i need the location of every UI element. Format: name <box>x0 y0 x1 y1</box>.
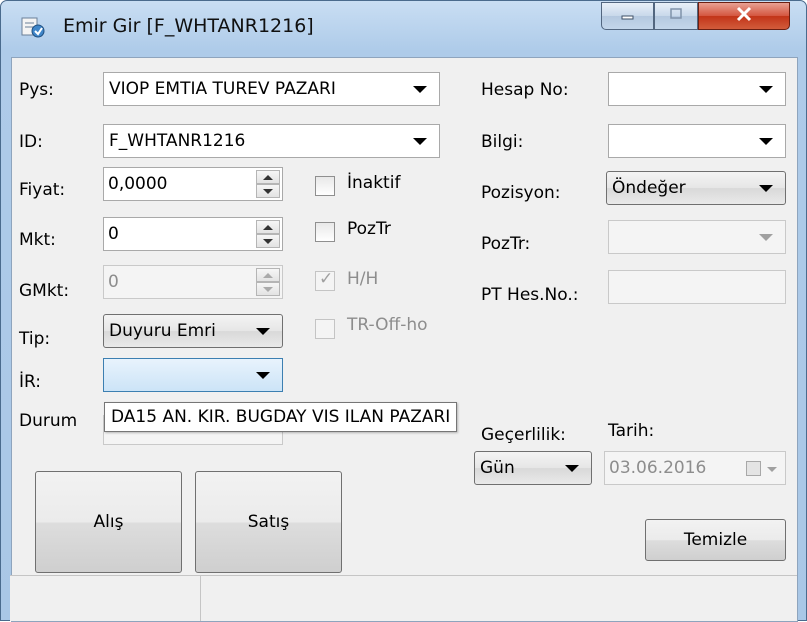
inaktif-checkbox[interactable] <box>315 176 335 196</box>
chevron-down-icon <box>759 234 773 241</box>
temizle-label: Temizle <box>683 530 748 550</box>
title-bar[interactable]: Emir Gir [F_WHTANR1216] <box>1 1 806 57</box>
pt-hes-no-field <box>608 270 786 304</box>
mkt-label: Mkt: <box>19 230 56 250</box>
arrow-down-icon <box>263 238 273 244</box>
mkt-value: 0 <box>108 224 119 244</box>
chevron-down-icon <box>759 86 773 93</box>
chevron-down-icon <box>759 138 773 145</box>
bilgi-select[interactable] <box>608 124 786 158</box>
spin-down-button <box>256 282 280 296</box>
inaktif-label: İnaktif <box>347 173 401 193</box>
tooltip-text: DA15 AN. KIR. BUGDAY VIS ILAN PAZARI <box>111 407 451 427</box>
arrow-down-icon <box>263 286 273 292</box>
id-value: F_WHTANR1216 <box>109 131 246 151</box>
close-icon <box>734 5 754 28</box>
chevron-down-icon <box>565 465 579 472</box>
maximize-button[interactable] <box>654 2 698 30</box>
tip-value: Duyuru Emri <box>109 321 216 341</box>
fiyat-label: Fiyat: <box>19 180 66 200</box>
tip-label: Tip: <box>19 329 51 349</box>
hh-checkbox: ✓ <box>315 269 335 291</box>
status-pane <box>10 576 201 621</box>
gmkt-label: GMkt: <box>19 281 70 301</box>
market-tooltip: DA15 AN. KIR. BUGDAY VIS ILAN PAZARI <box>104 402 458 432</box>
arrow-up-icon <box>263 224 273 230</box>
hh-label: H/H <box>347 269 379 289</box>
poztr-field-label: PozTr: <box>481 234 531 254</box>
order-entry-app-icon <box>21 16 45 38</box>
caption-buttons <box>601 2 796 30</box>
fiyat-stepper[interactable]: 0,0000 <box>103 167 283 201</box>
pys-label: Pys: <box>19 80 54 100</box>
minimize-icon <box>620 6 636 26</box>
tarih-date-picker: 03.06.2016 <box>604 451 786 485</box>
checkmark-icon: ✓ <box>319 269 334 289</box>
hesap-no-label: Hesap No: <box>481 80 569 100</box>
poztr-label: PozTr <box>347 219 391 239</box>
arrow-down-icon <box>263 188 273 194</box>
chevron-down-icon <box>413 138 427 145</box>
hesap-no-select[interactable] <box>608 72 786 106</box>
ir-select[interactable] <box>103 358 283 392</box>
pozisyon-value: Öndeğer <box>612 178 686 198</box>
gmkt-stepper: 0 <box>103 265 283 299</box>
spin-down-button[interactable] <box>256 184 280 198</box>
spin-up-button <box>256 268 280 282</box>
gmkt-value: 0 <box>108 272 119 292</box>
mkt-stepper[interactable]: 0 <box>103 217 283 251</box>
gecerlilik-label: Geçerlilik: <box>481 425 566 445</box>
chevron-down-icon <box>256 372 270 379</box>
calendar-icon <box>746 461 761 476</box>
pys-select[interactable]: VIOP EMTIA TUREV PAZARI <box>103 72 440 106</box>
tarih-label: Tarih: <box>608 421 655 441</box>
tip-select[interactable]: Duyuru Emri <box>103 314 283 348</box>
poztr-checkbox[interactable] <box>315 222 335 242</box>
alis-label: Alış <box>93 512 124 532</box>
gecerlilik-value: Gün <box>480 458 515 478</box>
gecerlilik-select[interactable]: Gün <box>474 451 592 485</box>
poztr-select <box>608 220 786 254</box>
arrow-up-icon <box>263 174 273 180</box>
status-pane <box>201 576 797 621</box>
chevron-down-icon <box>767 467 777 472</box>
spin-up-button[interactable] <box>256 170 280 184</box>
chevron-down-icon <box>413 86 427 93</box>
bilgi-label: Bilgi: <box>481 132 524 152</box>
pys-value: VIOP EMTIA TUREV PAZARI <box>109 79 336 99</box>
spin-up-button[interactable] <box>256 220 280 234</box>
satis-label: Satış <box>247 512 290 532</box>
tarih-value: 03.06.2016 <box>609 458 707 478</box>
minimize-button[interactable] <box>601 2 654 30</box>
durum-label: Durum <box>19 411 78 431</box>
spin-down-button[interactable] <box>256 234 280 248</box>
pozisyon-select[interactable]: Öndeğer <box>606 171 786 205</box>
alis-button[interactable]: Alış <box>35 471 182 573</box>
pozisyon-label: Pozisyon: <box>481 183 561 203</box>
close-button[interactable] <box>698 2 790 30</box>
troffho-label: TR-Off-ho <box>347 315 428 335</box>
fiyat-value: 0,0000 <box>108 174 168 194</box>
chevron-down-icon <box>256 328 270 335</box>
troffho-checkbox <box>315 319 335 339</box>
satis-button[interactable]: Satış <box>195 471 342 573</box>
status-bar <box>10 575 797 621</box>
maximize-icon <box>668 6 684 26</box>
window-title: Emir Gir [F_WHTANR1216] <box>63 15 314 37</box>
id-label: ID: <box>19 132 43 152</box>
arrow-up-icon <box>263 272 273 278</box>
id-select[interactable]: F_WHTANR1216 <box>103 124 440 158</box>
pt-hes-no-label: PT Hes.No.: <box>481 285 579 305</box>
chevron-down-icon <box>759 185 773 192</box>
temizle-button[interactable]: Temizle <box>645 519 786 561</box>
ir-label: İR: <box>19 372 42 392</box>
